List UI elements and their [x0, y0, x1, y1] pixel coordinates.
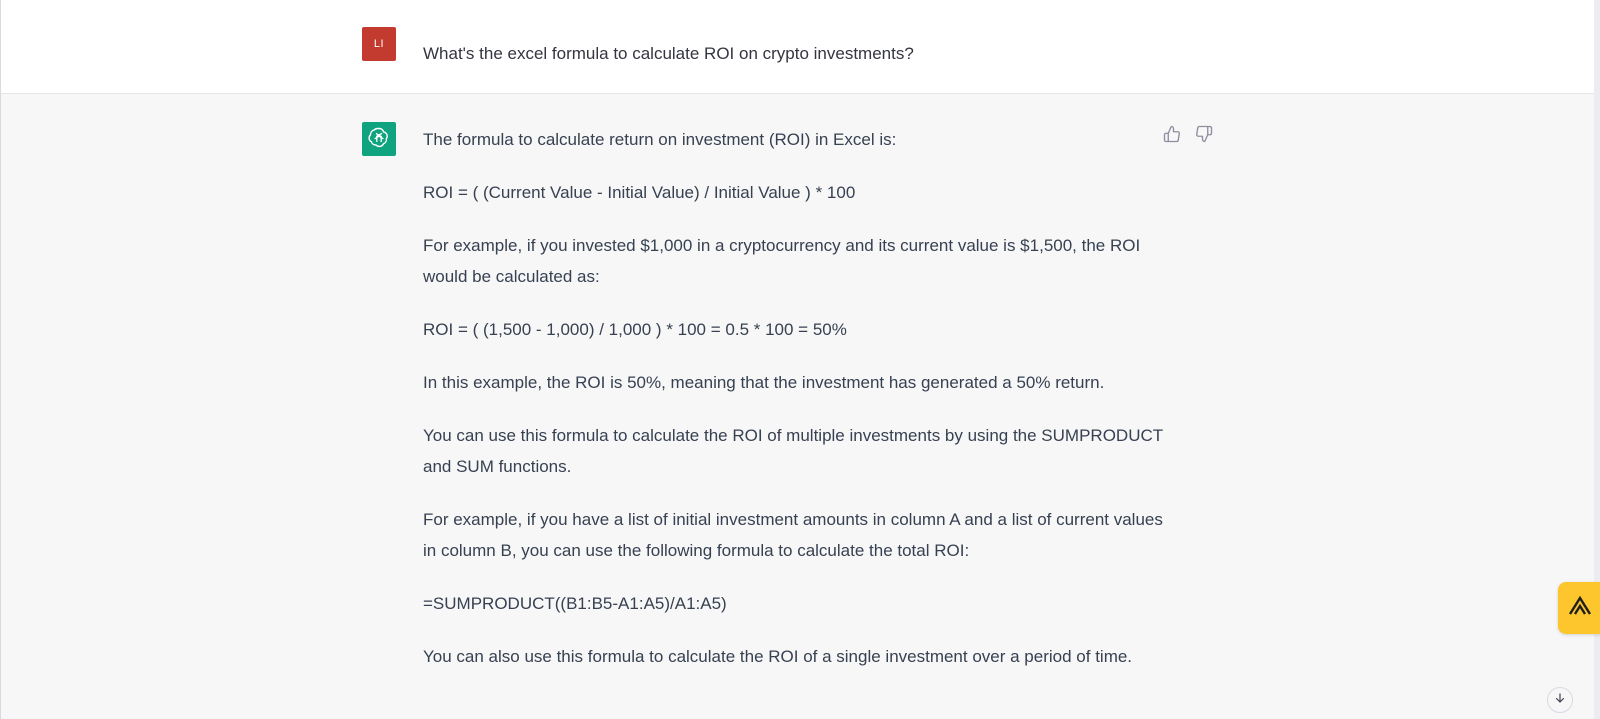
- answer-paragraph: For example, if you invested $1,000 in a…: [423, 236, 1141, 286]
- answer-paragraph: ROI = ( (Current Value - Initial Value) …: [423, 183, 856, 202]
- answer-paragraph: =SUMPRODUCT((B1:B5-A1:A5)/A1:A5): [423, 594, 727, 613]
- answer-paragraph: For example, if you have a list of initi…: [423, 510, 1163, 560]
- assistant-avatar: [362, 122, 396, 156]
- thumbs-down-icon[interactable]: [1194, 124, 1214, 144]
- user-avatar: LI: [362, 27, 396, 61]
- user-message-text: What's the excel formula to calculate RO…: [423, 44, 914, 63]
- chat-page: LI What's the excel formula to calculate…: [0, 0, 1600, 719]
- answer-paragraph: ROI = ( (1,500 - 1,000) / 1,000 ) * 100 …: [423, 320, 847, 339]
- openai-logo-icon: [367, 125, 391, 154]
- answer-paragraph: You can use this formula to calculate th…: [423, 426, 1163, 476]
- answer-paragraph: In this example, the ROI is 50%, meaning…: [423, 373, 1105, 392]
- scroll-down-button[interactable]: [1547, 687, 1573, 713]
- answer-paragraph: You can also use this formula to calcula…: [423, 647, 1133, 666]
- extension-button[interactable]: [1558, 582, 1600, 634]
- feedback-buttons: [1162, 124, 1214, 144]
- answer-paragraph: The formula to calculate return on inves…: [423, 130, 897, 149]
- extension-icon: [1568, 595, 1592, 621]
- thumbs-up-icon[interactable]: [1162, 124, 1182, 144]
- arrow-down-icon: [1554, 691, 1566, 709]
- assistant-answer: The formula to calculate return on inves…: [423, 124, 1163, 694]
